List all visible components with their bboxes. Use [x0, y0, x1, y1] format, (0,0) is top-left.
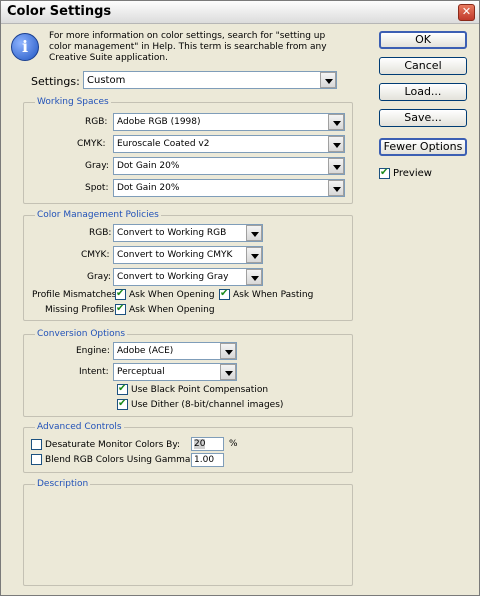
description-group [23, 484, 353, 586]
chevron-down-icon[interactable] [328, 114, 344, 130]
desaturate-label: Desaturate Monitor Colors By: [45, 440, 181, 450]
settings-label: Settings: [31, 75, 80, 88]
policy-cmyk-select[interactable]: Convert to Working CMYK [113, 246, 263, 264]
fewer-options-button[interactable]: Fewer Options [379, 138, 467, 156]
chevron-down-icon[interactable] [246, 247, 262, 263]
policy-cmyk-label: CMYK: [81, 250, 110, 260]
chevron-down-icon[interactable] [220, 364, 236, 380]
ok-button[interactable]: OK [379, 31, 467, 49]
black-point-checkbox[interactable] [117, 383, 128, 395]
ws-cmyk-select[interactable]: Euroscale Coated v2 [113, 135, 345, 153]
engine-select[interactable]: Adobe (ACE) [113, 342, 237, 360]
chevron-down-icon[interactable] [328, 136, 344, 152]
black-point-label: Use Black Point Compensation [131, 385, 269, 395]
dither-label: Use Dither (8-bit/channel images) [131, 400, 284, 410]
missing-profiles-label: Missing Profiles: [45, 305, 118, 315]
blend-gamma-input[interactable]: 1.00 [191, 453, 224, 467]
save-button[interactable]: Save... [379, 109, 467, 127]
ws-cmyk-label: CMYK: [77, 139, 106, 149]
mismatch-ask-pasting-label: Ask When Pasting [233, 290, 314, 300]
chevron-down-icon[interactable] [246, 269, 262, 285]
conversion-title: Conversion Options [35, 329, 128, 339]
load-button[interactable]: Load... [379, 83, 467, 101]
cancel-button[interactable]: Cancel [379, 57, 467, 75]
ws-gray-select[interactable]: Dot Gain 20% [113, 157, 345, 175]
dither-checkbox[interactable] [117, 398, 128, 410]
policy-rgb-select[interactable]: Convert to Working RGB [113, 224, 263, 242]
policies-title: Color Management Policies [35, 210, 161, 220]
close-icon[interactable]: ✕ [458, 4, 475, 21]
advanced-title: Advanced Controls [35, 422, 124, 432]
chevron-down-icon[interactable] [320, 72, 336, 88]
chevron-down-icon[interactable] [328, 180, 344, 196]
desaturate-checkbox[interactable] [31, 439, 42, 450]
policy-gray-select[interactable]: Convert to Working Gray [113, 268, 263, 286]
ws-gray-label: Gray: [85, 161, 109, 171]
ws-rgb-select[interactable]: Adobe RGB (1998) [113, 113, 345, 131]
chevron-down-icon[interactable] [220, 343, 236, 359]
preview-label: Preview [393, 168, 432, 179]
policy-rgb-label: RGB: [89, 228, 112, 238]
color-settings-dialog: Color Settings ✕ i For more information … [0, 0, 480, 596]
intent-label: Intent: [79, 367, 109, 377]
info-icon: i [11, 33, 39, 61]
chevron-down-icon[interactable] [246, 225, 262, 241]
desaturate-unit: % [229, 439, 238, 449]
intent-select[interactable]: Perceptual [113, 363, 237, 381]
settings-select[interactable]: Custom [83, 71, 337, 89]
title-bar: Color Settings ✕ [1, 1, 479, 24]
description-title: Description [35, 479, 91, 489]
policy-gray-label: Gray: [87, 272, 111, 282]
working-spaces-title: Working Spaces [35, 97, 111, 107]
ws-spot-label: Spot: [85, 183, 109, 193]
blend-gamma-label: Blend RGB Colors Using Gamma: [45, 455, 194, 465]
missing-ask-opening-label: Ask When Opening [129, 305, 215, 315]
mismatch-ask-opening-checkbox[interactable] [115, 288, 126, 300]
mismatch-ask-opening-label: Ask When Opening [129, 290, 215, 300]
dialog-title: Color Settings [7, 4, 112, 19]
missing-ask-opening-checkbox[interactable] [115, 303, 126, 315]
mismatch-ask-pasting-checkbox[interactable] [219, 288, 230, 300]
chevron-down-icon[interactable] [328, 158, 344, 174]
profile-mismatches-label: Profile Mismatches: [32, 290, 120, 300]
blend-gamma-checkbox[interactable] [31, 454, 42, 465]
info-text: For more information on color settings, … [49, 31, 327, 63]
ws-rgb-label: RGB: [85, 117, 108, 127]
preview-checkbox[interactable] [379, 167, 390, 179]
engine-label: Engine: [76, 346, 110, 356]
ws-spot-select[interactable]: Dot Gain 20% [113, 179, 345, 197]
desaturate-input[interactable]: 20 [191, 437, 224, 451]
advanced-group [23, 427, 353, 473]
